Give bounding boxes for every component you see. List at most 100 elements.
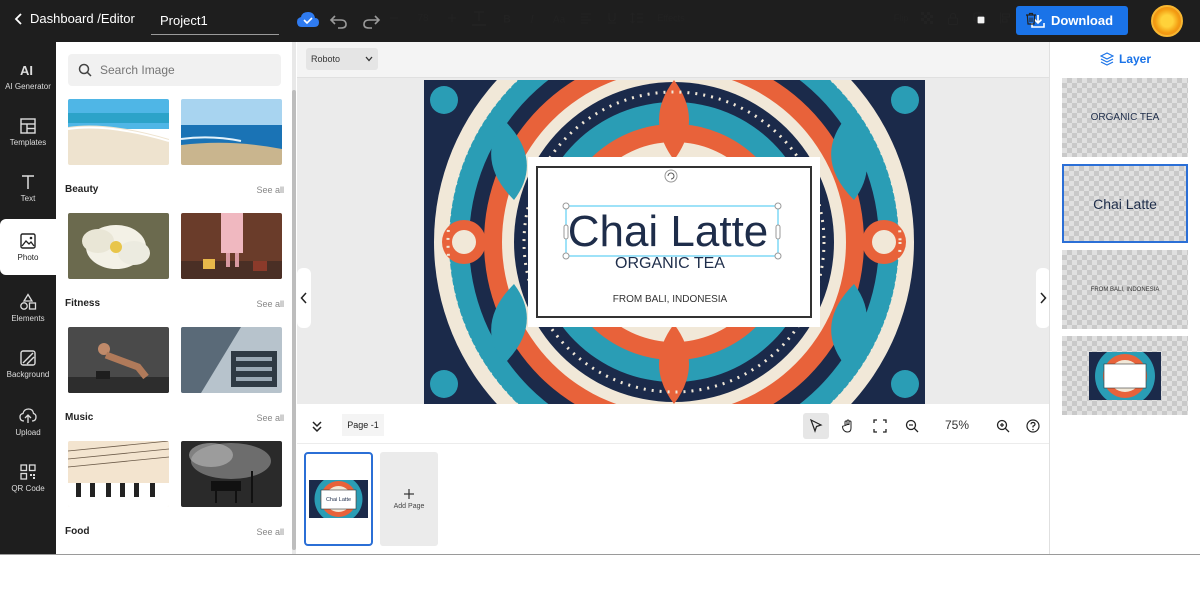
collapse-pages-button[interactable] bbox=[306, 415, 328, 437]
double-chevron-down-icon bbox=[312, 421, 322, 433]
page-label[interactable]: Page -1 bbox=[342, 414, 384, 436]
category-title-food: Food bbox=[65, 526, 90, 537]
text-case-button[interactable]: Aa bbox=[551, 9, 569, 27]
bold-button[interactable]: B bbox=[500, 9, 514, 27]
layer-item-background-image[interactable] bbox=[1062, 336, 1188, 415]
expand-layer-button[interactable] bbox=[1036, 268, 1050, 328]
undo-icon[interactable] bbox=[329, 11, 349, 31]
text-case-icon: Aa bbox=[553, 15, 566, 25]
underline-button[interactable] bbox=[605, 9, 619, 27]
see-all-food[interactable]: See all bbox=[256, 527, 284, 537]
canvas-tagline[interactable]: FROM BALI, INDONESIA bbox=[613, 294, 728, 305]
photo-thumb-beach[interactable] bbox=[68, 99, 169, 165]
line-spacing-button[interactable] bbox=[630, 9, 644, 27]
rotate-icon[interactable] bbox=[664, 169, 678, 183]
page-thumbnail[interactable]: Chai Latte bbox=[304, 452, 373, 546]
cloud-saved-icon bbox=[297, 12, 319, 27]
help-icon bbox=[1026, 419, 1040, 433]
fit-screen-button[interactable] bbox=[869, 415, 891, 437]
duplicate-button[interactable] bbox=[971, 9, 987, 27]
italic-button[interactable]: I bbox=[526, 9, 540, 27]
chevron-right-icon bbox=[1040, 292, 1047, 304]
canvas-subtitle[interactable]: ORGANIC TEA bbox=[615, 255, 725, 272]
user-avatar[interactable] bbox=[1151, 5, 1183, 37]
effects-button[interactable]: Effects bbox=[654, 9, 688, 27]
add-page-label: Add Page bbox=[393, 503, 425, 510]
help-button[interactable] bbox=[1022, 415, 1044, 437]
font-size-decrease-button[interactable] bbox=[387, 9, 401, 27]
layer-item-organic-tea[interactable]: ORGANIC TEA bbox=[1062, 78, 1188, 157]
layer-item-tagline[interactable]: FROM BALI, INDONESIA bbox=[1062, 250, 1188, 329]
back-breadcrumb[interactable]: Dashboard /Editor bbox=[14, 11, 135, 26]
search-icon bbox=[78, 63, 92, 77]
align-objects-button[interactable] bbox=[997, 9, 1013, 27]
collapse-panel-button[interactable] bbox=[297, 268, 311, 328]
lock-button[interactable] bbox=[945, 9, 961, 27]
redo-icon[interactable] bbox=[361, 11, 381, 31]
bold-icon: B bbox=[503, 14, 511, 25]
canvas-title[interactable]: Chai Latte bbox=[568, 207, 769, 256]
resize-handle[interactable] bbox=[774, 202, 782, 210]
add-page-button[interactable]: Add Page bbox=[380, 452, 438, 546]
align-left-button[interactable] bbox=[579, 9, 593, 27]
font-size-value[interactable]: 78 bbox=[410, 9, 436, 27]
page-thumbnail-title: Chai Latte bbox=[326, 497, 351, 503]
text-icon bbox=[22, 175, 34, 189]
qr-icon bbox=[20, 464, 36, 480]
delete-button[interactable] bbox=[1023, 9, 1039, 27]
photo-thumb-gym[interactable] bbox=[181, 327, 282, 393]
text-color-button[interactable] bbox=[470, 9, 488, 27]
photo-thumb-fashion[interactable] bbox=[181, 213, 282, 279]
transparency-button[interactable] bbox=[919, 9, 935, 27]
elements-icon bbox=[20, 293, 37, 310]
rail-label: Background bbox=[6, 370, 50, 379]
see-all-music[interactable]: See all bbox=[256, 413, 284, 423]
category-title-music: Music bbox=[65, 412, 94, 423]
photo-thumb-piano[interactable] bbox=[68, 441, 169, 507]
text-toolbar bbox=[297, 42, 1049, 78]
svg-text:I: I bbox=[529, 12, 535, 24]
plus-icon bbox=[448, 14, 456, 22]
rail-item-photo[interactable]: Photo bbox=[0, 219, 56, 275]
rail-label: Templates bbox=[9, 138, 47, 147]
panel-scrollbar-thumb[interactable] bbox=[292, 90, 296, 550]
left-rail: AI AI Generator Templates Text Photo Ele… bbox=[0, 42, 56, 555]
rail-label: Upload bbox=[15, 428, 41, 437]
resize-handle[interactable] bbox=[775, 224, 781, 240]
layer-item-chai-latte[interactable]: Chai Latte bbox=[1062, 164, 1188, 243]
top-bar: Dashboard /Editor Project1 Download bbox=[0, 0, 1200, 42]
trash-icon bbox=[1026, 12, 1036, 25]
zoom-in-button[interactable] bbox=[992, 415, 1014, 437]
flip-button[interactable]: Flip bbox=[891, 9, 911, 27]
see-all-beauty[interactable]: See all bbox=[256, 185, 284, 195]
rail-item-text[interactable]: Text bbox=[0, 160, 56, 216]
rail-item-background[interactable]: Background bbox=[0, 336, 56, 392]
zoom-out-icon bbox=[905, 419, 919, 433]
select-tool-button[interactable] bbox=[803, 413, 829, 439]
project-name-input[interactable]: Project1 bbox=[151, 6, 279, 35]
rail-item-ai-generator[interactable]: AI AI Generator bbox=[0, 48, 56, 104]
resize-handle[interactable] bbox=[774, 252, 782, 260]
photo-thumb-stage[interactable] bbox=[181, 441, 282, 507]
layer-item-label: Chai Latte bbox=[1093, 195, 1157, 212]
rail-item-templates[interactable]: Templates bbox=[0, 104, 56, 160]
rail-item-upload[interactable]: Upload bbox=[0, 394, 56, 450]
hand-tool-button[interactable] bbox=[837, 415, 859, 437]
rail-item-elements[interactable]: Elements bbox=[0, 280, 56, 336]
see-all-fitness[interactable]: See all bbox=[256, 299, 284, 309]
font-size-increase-button[interactable] bbox=[445, 9, 459, 27]
zoom-out-button[interactable] bbox=[901, 415, 923, 437]
font-family-select[interactable]: Roboto bbox=[306, 48, 378, 70]
rail-item-qr-code[interactable]: QR Code bbox=[0, 450, 56, 506]
ai-icon: AI bbox=[20, 63, 33, 78]
search-input[interactable] bbox=[100, 63, 270, 77]
design-canvas[interactable]: Chai Latte ORGANIC TEA FROM BALI, INDONE… bbox=[424, 80, 925, 404]
checker-icon bbox=[921, 12, 933, 24]
layer-item-label: FROM BALI, INDONESIA bbox=[1090, 286, 1160, 293]
duplicate-icon bbox=[972, 11, 986, 25]
search-box[interactable] bbox=[68, 54, 281, 86]
photo-thumb-workout[interactable] bbox=[68, 327, 169, 393]
photo-thumb-ocean[interactable] bbox=[181, 99, 282, 165]
photo-icon bbox=[20, 233, 36, 249]
photo-thumb-flower[interactable] bbox=[68, 213, 169, 279]
